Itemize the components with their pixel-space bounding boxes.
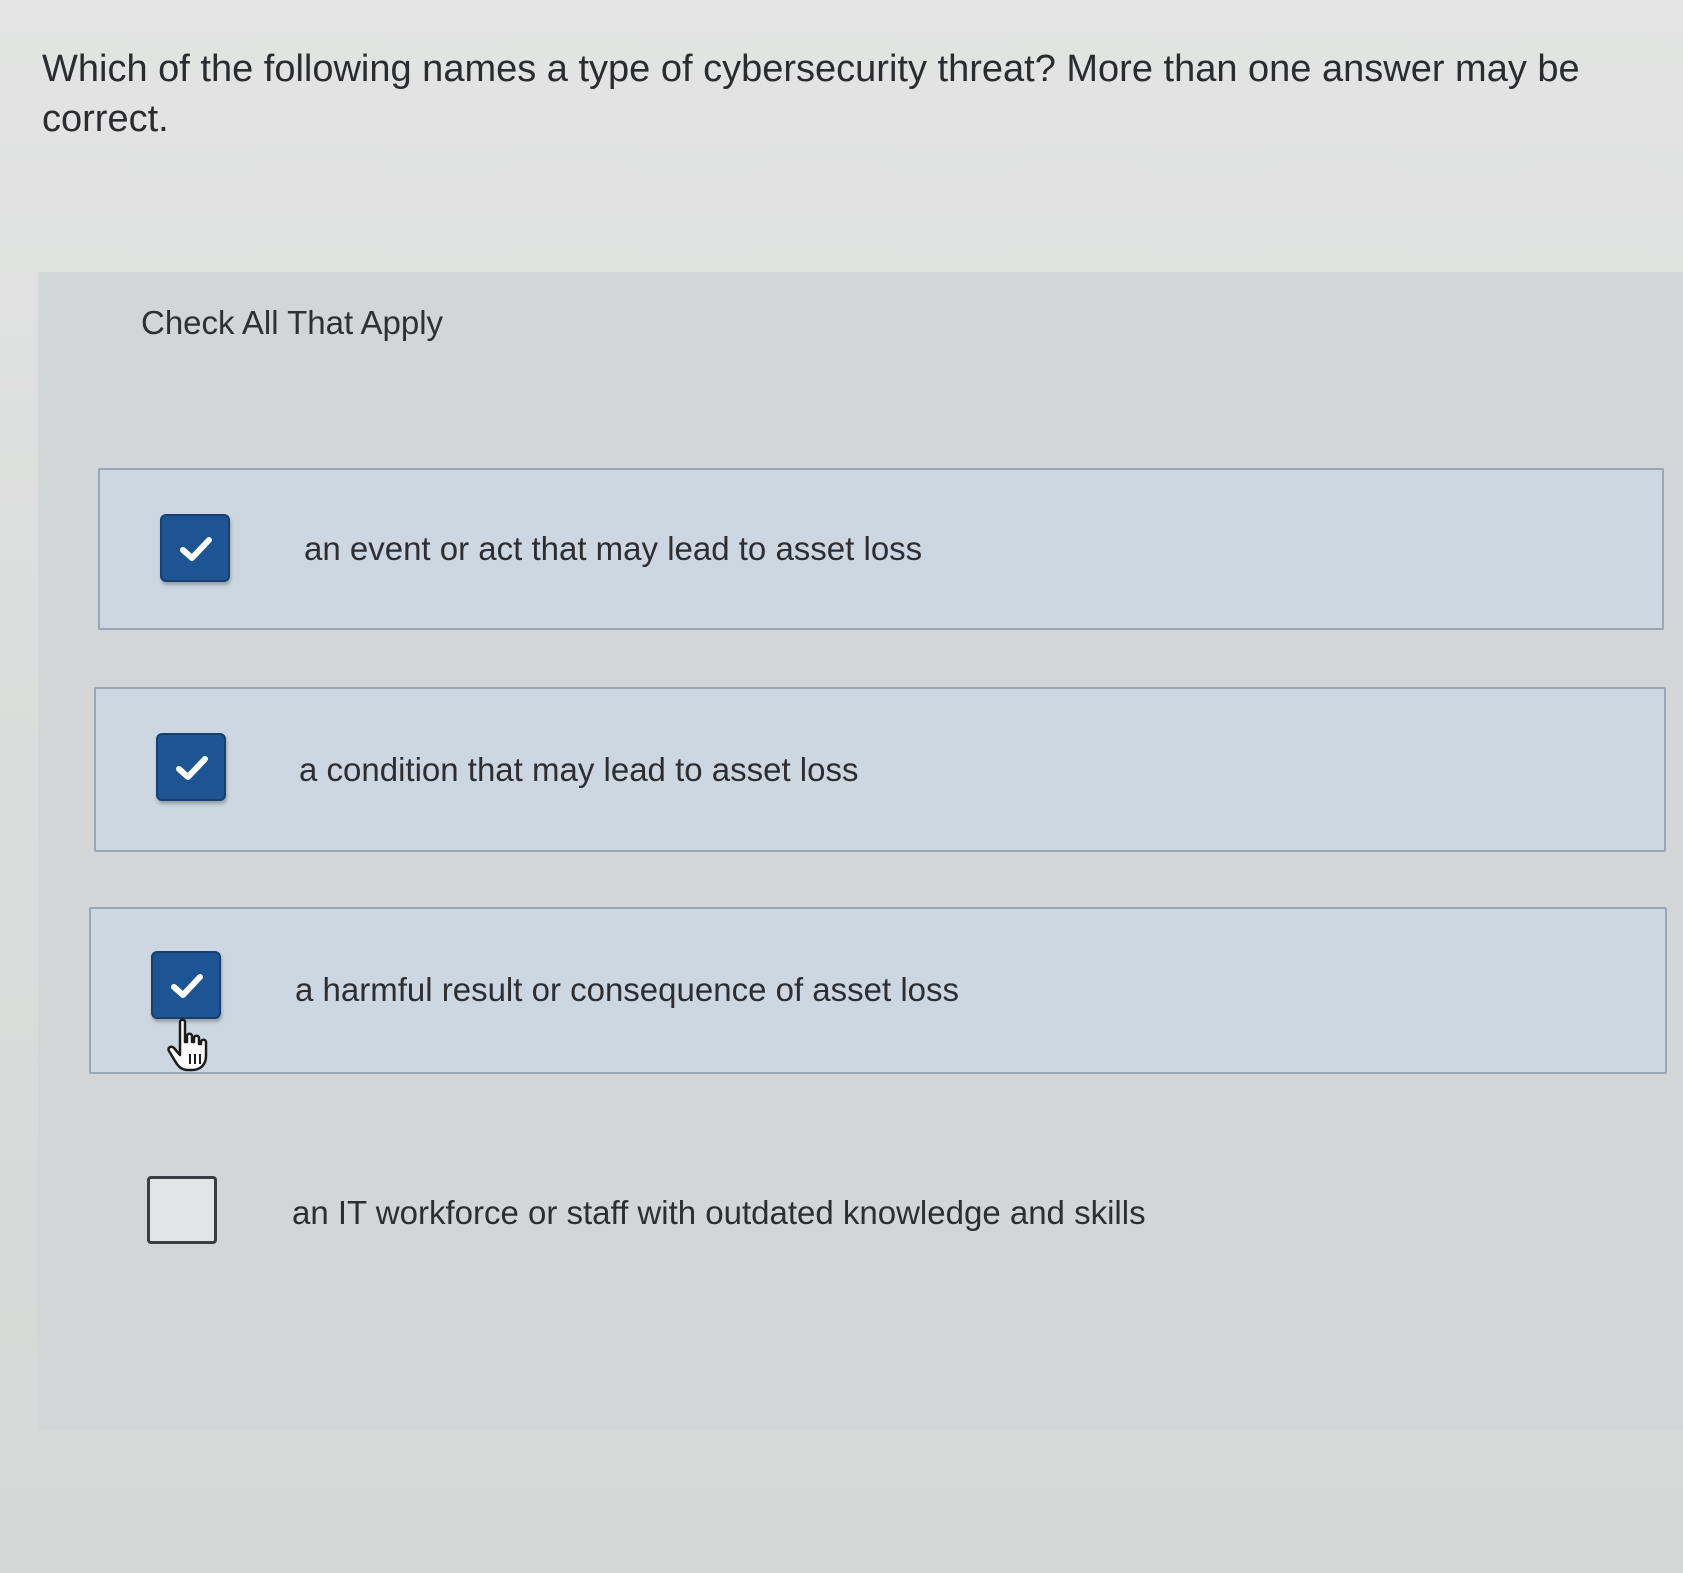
answer-label-4: an IT workforce or staff with outdated k… xyxy=(292,1194,1146,1231)
answer-option-4[interactable]: an IT workforce or staff with outdated k… xyxy=(84,1128,1664,1293)
answer-label-3: a harmful result or consequence of asset… xyxy=(295,971,960,1008)
answer-checkbox-3[interactable] xyxy=(151,951,221,1019)
answer-checkbox-1[interactable] xyxy=(160,514,230,582)
answer-label-1: an event or act that may lead to asset l… xyxy=(304,530,923,567)
answer-checkbox-2[interactable] xyxy=(156,733,226,801)
answer-label-2: a condition that may lead to asset loss xyxy=(299,751,859,788)
instruction-text: Check All That Apply xyxy=(141,304,444,341)
answer-checkbox-4[interactable] xyxy=(147,1176,217,1244)
answer-option-1[interactable]: an event or act that may lead to asset l… xyxy=(98,468,1664,630)
question-text: Which of the following names a type of c… xyxy=(42,48,1580,140)
hand-pointer-icon xyxy=(167,1018,208,1072)
checkmark-icon xyxy=(180,537,212,561)
answer-option-2[interactable]: a condition that may lead to asset loss xyxy=(94,687,1666,852)
checkmark-icon xyxy=(176,756,208,780)
answer-option-3[interactable]: a harmful result or consequence of asset… xyxy=(89,907,1667,1074)
checkmark-icon xyxy=(171,974,203,998)
